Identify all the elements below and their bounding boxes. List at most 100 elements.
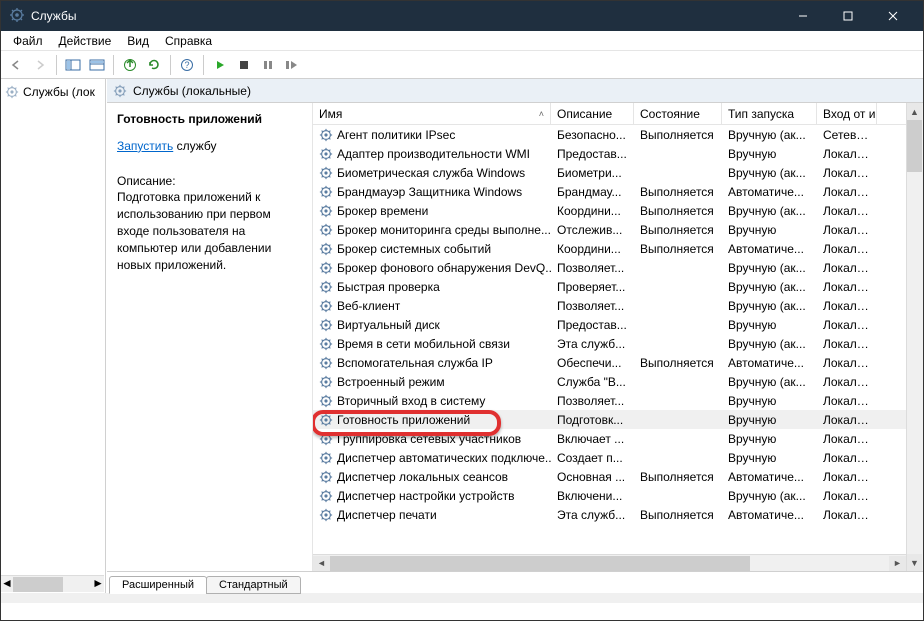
service-row[interactable]: Брокер фонового обнаружения DevQ...Позво… bbox=[313, 258, 906, 277]
service-row[interactable]: Веб-клиентПозволяет...Вручную (ак...Лока… bbox=[313, 296, 906, 315]
service-desc-cell: Брандмау... bbox=[551, 185, 634, 199]
service-row[interactable]: Брокер мониторинга среды выполне...Отсле… bbox=[313, 220, 906, 239]
refresh-button[interactable] bbox=[143, 54, 165, 76]
start-service-link[interactable]: Запустить bbox=[117, 139, 173, 153]
title-bar: Службы bbox=[1, 1, 923, 31]
service-logon-cell: Локальна bbox=[817, 356, 877, 370]
menu-view[interactable]: Вид bbox=[119, 32, 157, 50]
service-icon bbox=[319, 166, 333, 180]
service-logon-cell: Локальна bbox=[817, 413, 877, 427]
service-icon bbox=[319, 451, 333, 465]
show-hide-tree-button[interactable] bbox=[62, 54, 84, 76]
service-icon bbox=[319, 356, 333, 370]
menu-help[interactable]: Справка bbox=[157, 32, 220, 50]
col-state[interactable]: Состояние bbox=[634, 103, 722, 124]
maximize-button[interactable] bbox=[825, 1, 870, 31]
menu-action[interactable]: Действие bbox=[51, 32, 120, 50]
service-start-cell: Вручную (ак... bbox=[722, 489, 817, 503]
service-row[interactable]: Брокер времениКоордини...ВыполняетсяВруч… bbox=[313, 201, 906, 220]
service-logon-cell: Локальна bbox=[817, 394, 877, 408]
list-vscroll-up[interactable]: ▲ bbox=[907, 103, 922, 120]
service-icon bbox=[319, 375, 333, 389]
service-state-cell: Выполняется bbox=[634, 508, 722, 522]
service-desc-cell: Позволяет... bbox=[551, 299, 634, 313]
service-row[interactable]: Время в сети мобильной связиЭта служб...… bbox=[313, 334, 906, 353]
service-icon bbox=[319, 128, 333, 142]
service-name-cell: Готовность приложений bbox=[337, 413, 470, 427]
service-row[interactable]: Встроенный режимСлужба "В...Вручную (ак.… bbox=[313, 372, 906, 391]
service-logon-cell: Локальна bbox=[817, 432, 877, 446]
left-hscroll-track[interactable] bbox=[13, 576, 92, 592]
start-service-line: Запустить службу bbox=[117, 138, 302, 155]
service-row[interactable]: Диспетчер печатиЭта служб...ВыполняетсяА… bbox=[313, 505, 906, 524]
service-row[interactable]: Вторичный вход в системуПозволяет...Вруч… bbox=[313, 391, 906, 410]
service-logon-cell: Локальна bbox=[817, 318, 877, 332]
service-row[interactable]: Брокер системных событийКоордини...Выпол… bbox=[313, 239, 906, 258]
service-row[interactable]: Агент политики IPsecБезопасно...Выполняе… bbox=[313, 125, 906, 144]
toolbar: ? bbox=[1, 51, 923, 79]
service-icon bbox=[319, 413, 333, 427]
status-bar bbox=[1, 593, 923, 603]
tab-standard[interactable]: Стандартный bbox=[206, 576, 301, 594]
list-hscroll-thumb[interactable] bbox=[330, 556, 750, 571]
left-tree-pane: Службы (лок ◄ ► bbox=[1, 79, 106, 593]
list-vscroll-thumb[interactable] bbox=[907, 120, 922, 172]
service-row[interactable]: Виртуальный дискПредостав...ВручнуюЛокал… bbox=[313, 315, 906, 334]
service-row[interactable]: Диспетчер локальных сеансовОсновная ...В… bbox=[313, 467, 906, 486]
help-button[interactable]: ? bbox=[176, 54, 198, 76]
properties-button[interactable] bbox=[86, 54, 108, 76]
service-icon bbox=[319, 204, 333, 218]
left-hscroll-left[interactable]: ◄ bbox=[1, 576, 13, 592]
start-service-button[interactable] bbox=[209, 54, 231, 76]
service-row[interactable]: Группировка сетевых участниковВключает .… bbox=[313, 429, 906, 448]
close-button[interactable] bbox=[870, 1, 915, 31]
list-hscroll-right[interactable]: ► bbox=[889, 556, 906, 571]
service-logon-cell: Локальна bbox=[817, 337, 877, 351]
back-button[interactable] bbox=[5, 54, 27, 76]
service-row[interactable]: Готовность приложенийПодготовк...Вручную… bbox=[313, 410, 906, 429]
service-state-cell: Выполняется bbox=[634, 204, 722, 218]
col-description[interactable]: Описание bbox=[551, 103, 634, 124]
service-logon-cell: Локальна bbox=[817, 489, 877, 503]
list-hscroll-track[interactable] bbox=[330, 556, 889, 571]
menu-file[interactable]: Файл bbox=[5, 32, 51, 50]
tab-extended[interactable]: Расширенный bbox=[109, 576, 207, 594]
restart-service-button[interactable] bbox=[281, 54, 303, 76]
service-row[interactable]: Брандмауэр Защитника WindowsБрандмау...В… bbox=[313, 182, 906, 201]
service-row[interactable]: Биометрическая служба WindowsБиометри...… bbox=[313, 163, 906, 182]
service-desc-cell: Обеспечи... bbox=[551, 356, 634, 370]
list-vscroll-down[interactable]: ▼ bbox=[907, 554, 922, 571]
service-icon bbox=[319, 337, 333, 351]
service-start-cell: Автоматиче... bbox=[722, 508, 817, 522]
service-logon-cell: Локальна bbox=[817, 375, 877, 389]
minimize-button[interactable] bbox=[780, 1, 825, 31]
left-hscroll-thumb[interactable] bbox=[13, 577, 63, 592]
export-button[interactable] bbox=[119, 54, 141, 76]
forward-button[interactable] bbox=[29, 54, 51, 76]
service-name-cell: Диспетчер автоматических подключе... bbox=[337, 451, 551, 465]
list-vscroll-track[interactable] bbox=[907, 120, 922, 554]
left-hscroll-right[interactable]: ► bbox=[92, 576, 104, 592]
service-start-cell: Вручную (ак... bbox=[722, 375, 817, 389]
tree-root-label: Службы (лок bbox=[23, 85, 95, 99]
right-pane: Службы (локальные) Готовность приложений… bbox=[106, 79, 923, 593]
service-name-cell: Брокер времени bbox=[337, 204, 428, 218]
service-name-cell: Встроенный режим bbox=[337, 375, 445, 389]
col-logon-as[interactable]: Вход от и bbox=[817, 103, 877, 124]
list-hscroll-left[interactable]: ◄ bbox=[313, 556, 330, 571]
service-icon bbox=[319, 223, 333, 237]
service-row[interactable]: Быстрая проверкаПроверяет...Вручную (ак.… bbox=[313, 277, 906, 296]
service-row[interactable]: Адаптер производительности WMIПредостав.… bbox=[313, 144, 906, 163]
service-row[interactable]: Вспомогательная служба IPОбеспечи...Выпо… bbox=[313, 353, 906, 372]
service-start-cell: Вручную bbox=[722, 432, 817, 446]
col-startup-type[interactable]: Тип запуска bbox=[722, 103, 817, 124]
col-name[interactable]: Имя˄ bbox=[313, 103, 551, 124]
description-label: Описание: bbox=[117, 173, 302, 190]
stop-service-button[interactable] bbox=[233, 54, 255, 76]
tree-root-services[interactable]: Службы (лок bbox=[3, 83, 105, 101]
service-logon-cell: Локальна bbox=[817, 451, 877, 465]
service-row[interactable]: Диспетчер настройки устройствВключени...… bbox=[313, 486, 906, 505]
pause-service-button[interactable] bbox=[257, 54, 279, 76]
service-name-cell: Брандмауэр Защитника Windows bbox=[337, 185, 522, 199]
service-row[interactable]: Диспетчер автоматических подключе...Созд… bbox=[313, 448, 906, 467]
